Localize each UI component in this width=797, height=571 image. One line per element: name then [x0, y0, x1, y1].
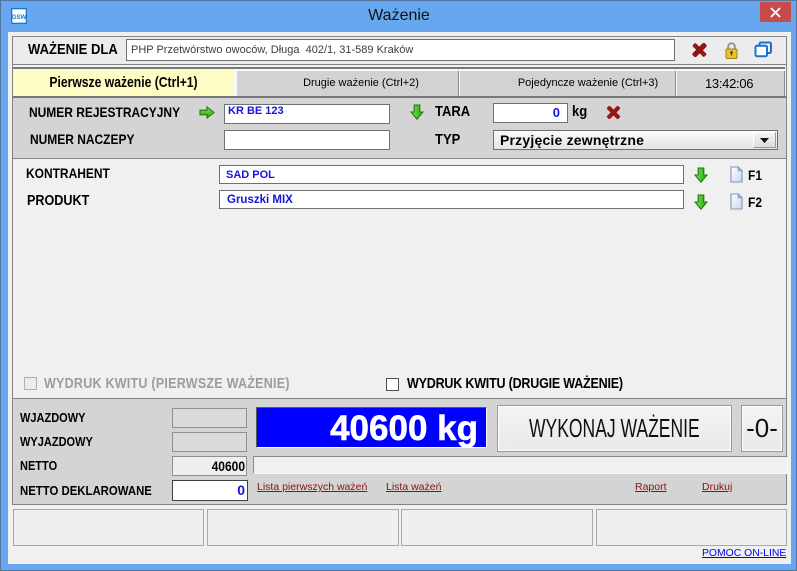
svg-text:GSW: GSW [12, 14, 27, 21]
